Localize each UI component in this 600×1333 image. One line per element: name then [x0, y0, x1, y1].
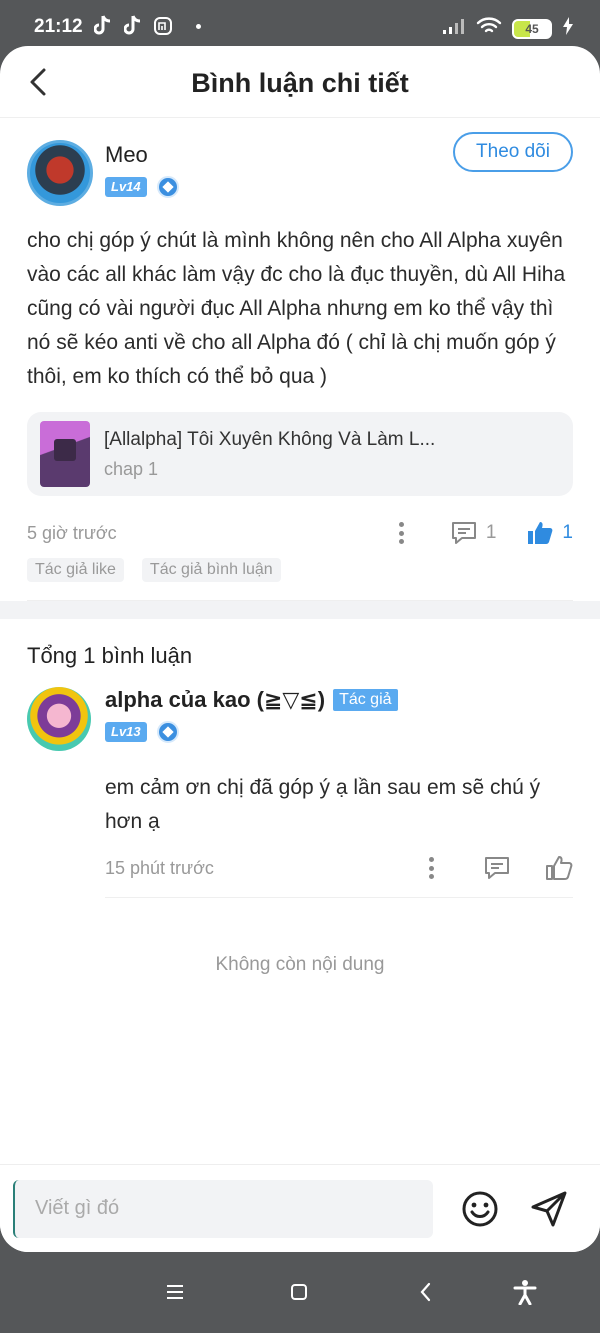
divider — [105, 897, 573, 898]
reply-count: 1 — [485, 522, 497, 543]
comment-meta: 5 giờ trước 1 1 — [27, 518, 573, 548]
reply-body: alpha của kao (≧▽≦) Tác giả Lv13 em cảm … — [105, 687, 573, 898]
send-icon — [531, 1191, 567, 1226]
diamond-icon — [156, 721, 179, 743]
header: Bình luận chi tiết — [0, 46, 600, 118]
square-icon — [291, 1284, 307, 1300]
story-chapter: chap 1 — [104, 458, 159, 479]
author-badges: Lv14 — [105, 176, 179, 198]
timestamp: 15 phút trước — [105, 857, 214, 878]
mi-icon — [152, 14, 174, 38]
comment-icon — [451, 522, 476, 544]
tiktok-icon — [122, 14, 144, 38]
comment-text: cho chị góp ý chút là mình không nên cho… — [27, 229, 566, 388]
dot-icon — [196, 23, 201, 29]
avatar[interactable] — [27, 687, 91, 751]
send-button[interactable] — [529, 1189, 569, 1229]
timestamp: 5 giờ trước — [27, 522, 117, 543]
replies-section: Tổng 1 bình luận alpha của kao (≧▽≦) Tác… — [0, 643, 600, 976]
follow-button[interactable]: Theo dõi — [453, 132, 573, 172]
back-nav-button[interactable] — [408, 1275, 442, 1309]
tag-row: Tác giả like Tác giả bình luận — [27, 558, 573, 601]
menu-nav-button[interactable] — [158, 1275, 192, 1309]
system-nav-bar — [0, 1253, 600, 1333]
reply-author-row: alpha của kao (≧▽≦) Tác giả — [105, 687, 573, 713]
thumbs-up-icon — [528, 522, 553, 544]
page-title: Bình luận chi tiết — [191, 68, 409, 98]
replies-total: Tổng 1 bình luận — [27, 643, 193, 668]
reply-button[interactable] — [483, 855, 511, 881]
linked-story-card[interactable]: [Allalpha] Tôi Xuyên Không Và Làm L... c… — [27, 412, 573, 496]
reply-meta: 15 phút trước — [105, 853, 573, 883]
emoji-button[interactable] — [461, 1190, 499, 1228]
more-options-icon[interactable] — [390, 519, 414, 547]
smiley-icon — [462, 1191, 498, 1226]
section-divider — [0, 601, 600, 619]
charging-icon — [562, 16, 574, 42]
signal-icon — [442, 17, 466, 41]
avatar[interactable] — [27, 140, 93, 206]
author-commented-tag: Tác giả bình luận — [141, 558, 281, 582]
comment-icon — [485, 857, 509, 879]
author-name[interactable]: Meo — [105, 142, 179, 168]
status-time: 21:12 — [34, 16, 83, 37]
story-thumbnail — [40, 421, 90, 487]
like-button[interactable]: 1 — [526, 520, 573, 546]
author-liked-tag: Tác giả like — [27, 558, 124, 582]
compose-bar — [0, 1164, 600, 1252]
comment-detail-sheet: Bình luận chi tiết Meo Lv14 Theo dõi cho… — [0, 46, 600, 1252]
main-comment: Meo Lv14 Theo dõi cho chị góp ý chút là … — [0, 118, 600, 601]
notification-icons — [92, 14, 201, 38]
end-of-content: Không còn nội dung — [215, 954, 385, 975]
accessibility-button[interactable] — [508, 1275, 542, 1309]
tiktok-icon — [92, 14, 114, 38]
accessibility-icon — [513, 1280, 537, 1305]
wifi-icon — [476, 16, 502, 42]
reply-item: alpha của kao (≧▽≦) Tác giả Lv13 em cảm … — [27, 687, 573, 898]
like-button[interactable] — [545, 855, 573, 881]
thumbs-up-icon — [546, 856, 573, 880]
comment-input[interactable] — [13, 1179, 433, 1238]
story-info: [Allalpha] Tôi Xuyên Không Và Làm L... c… — [104, 429, 435, 480]
reply-badges: Lv13 — [105, 721, 573, 743]
menu-icon — [167, 1285, 183, 1299]
reply-count-button[interactable]: 1 — [450, 520, 497, 546]
story-title: [Allalpha] Tôi Xuyên Không Và Làm L... — [104, 428, 436, 450]
home-nav-button[interactable] — [282, 1275, 316, 1309]
system-icons: 45 — [442, 16, 574, 42]
author-info: Meo Lv14 — [105, 142, 179, 198]
more-options-icon[interactable] — [419, 854, 443, 882]
battery-icon: 45 — [512, 19, 552, 39]
level-badge: Lv13 — [105, 722, 147, 742]
reply-text: em cảm ơn chị đã góp ý ạ lần sau em sẽ c… — [105, 776, 541, 833]
reply-author-name[interactable]: alpha của kao (≧▽≦) — [105, 687, 325, 713]
level-badge: Lv14 — [105, 177, 147, 197]
diamond-icon — [156, 176, 179, 198]
like-count: 1 — [562, 522, 573, 543]
back-icon — [420, 1282, 431, 1302]
author-badge: Tác giả — [333, 689, 398, 711]
